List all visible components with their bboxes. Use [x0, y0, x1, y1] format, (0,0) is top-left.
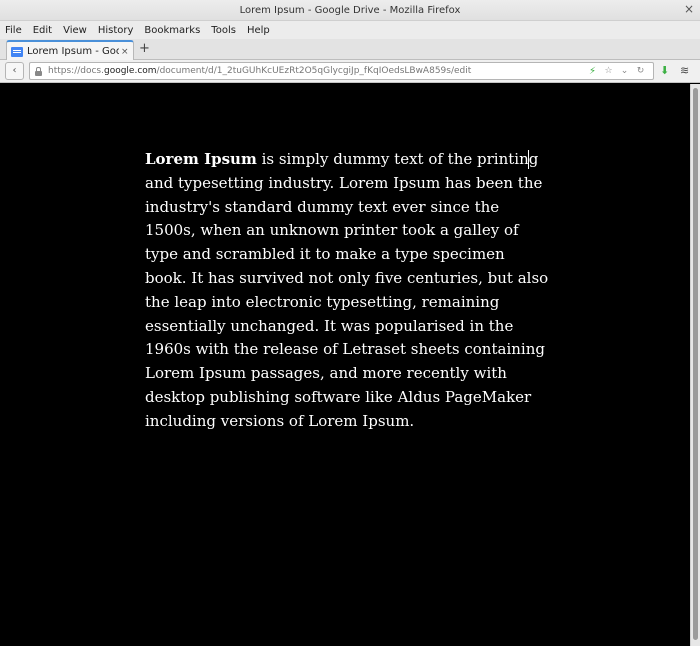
- document-body[interactable]: Lorem Ipsum is simply dummy text of the …: [145, 148, 549, 434]
- lock-icon: [34, 66, 43, 76]
- url-domain: google.com: [103, 66, 157, 76]
- menu-file[interactable]: File: [5, 25, 22, 36]
- tab-bar: Lorem Ipsum - Google ... × +: [0, 39, 700, 61]
- tab-lorem-ipsum[interactable]: Lorem Ipsum - Google ... ×: [6, 40, 134, 61]
- navigation-toolbar: ‹ https://docs.google.com/document/d/1_2…: [0, 60, 700, 83]
- menu-bar: File Edit View History Bookmarks Tools H…: [0, 21, 700, 39]
- reload-icon[interactable]: ↻: [636, 66, 645, 76]
- document-bold-lead: Lorem Ipsum: [145, 150, 257, 168]
- star-icon[interactable]: ☆: [604, 66, 613, 76]
- document-text: is simply dummy text of the printing and…: [145, 150, 549, 430]
- back-button[interactable]: ‹: [5, 62, 24, 80]
- tab-label: Lorem Ipsum - Google ...: [27, 46, 119, 57]
- chevron-down-icon[interactable]: ⌄: [620, 66, 629, 76]
- text-cursor: [528, 150, 529, 169]
- download-icon[interactable]: ⬇: [660, 64, 669, 77]
- vertical-scrollbar[interactable]: [690, 84, 700, 646]
- menu-view[interactable]: View: [63, 25, 87, 36]
- menu-edit[interactable]: Edit: [33, 25, 52, 36]
- window-title: Lorem Ipsum - Google Drive - Mozilla Fir…: [239, 5, 461, 16]
- window-titlebar: Lorem Ipsum - Google Drive - Mozilla Fir…: [0, 0, 700, 21]
- url-text[interactable]: https://docs.google.com/document/d/1_2tu…: [48, 66, 588, 76]
- scrollbar-thumb[interactable]: [693, 88, 698, 640]
- url-bar[interactable]: https://docs.google.com/document/d/1_2tu…: [29, 62, 654, 80]
- lightning-icon[interactable]: ⚡: [588, 66, 597, 77]
- url-prefix: https://docs.: [48, 66, 104, 76]
- google-docs-icon: [11, 46, 23, 57]
- menu-help[interactable]: Help: [247, 25, 270, 36]
- menu-history[interactable]: History: [98, 25, 134, 36]
- close-window-icon[interactable]: ×: [682, 3, 696, 17]
- url-path: /document/d/1_2tuGUhKcUEzRt2O5qGlycgiJp_…: [156, 66, 472, 76]
- new-tab-button[interactable]: +: [139, 41, 150, 57]
- menu-bookmarks[interactable]: Bookmarks: [144, 25, 200, 36]
- menu-tools[interactable]: Tools: [211, 25, 236, 36]
- pocket-icon[interactable]: ≋: [680, 64, 689, 77]
- tab-close-icon[interactable]: ×: [121, 47, 129, 57]
